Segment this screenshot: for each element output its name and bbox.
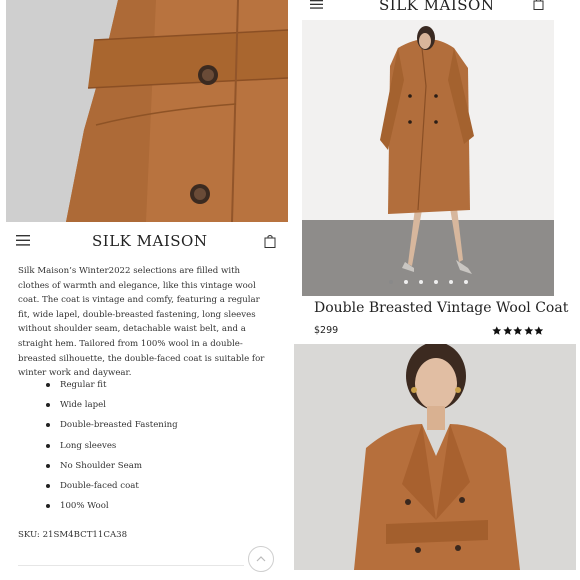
rating-stars [492, 326, 544, 336]
brand-logo[interactable]: SILK MAISON [379, 0, 494, 14]
menu-icon[interactable] [310, 0, 323, 9]
feature-item: Regular fit [46, 378, 178, 398]
feature-item: Wide lapel [46, 398, 178, 418]
brand-logo[interactable]: SILK MAISON [92, 232, 207, 250]
product-image-carousel[interactable] [302, 20, 554, 296]
product-description-text: Silk Maison’s Winter2022 selections are … [18, 266, 265, 379]
shopping-bag-icon[interactable] [533, 0, 544, 10]
carousel-dot[interactable] [403, 280, 408, 284]
star-icon [534, 326, 544, 335]
carousel-dot[interactable] [418, 280, 423, 284]
sku-label: SKU: 21SM4BCT11CA38 [18, 530, 128, 540]
product-description-panel: SILK MAISON Silk Maison’s Winter2022 sel… [6, 222, 288, 580]
carousel-dot[interactable] [463, 280, 468, 284]
product-title[interactable]: Double Breasted Vintage Wool Coat [314, 300, 568, 316]
star-icon [502, 326, 512, 335]
model-closeup-image [294, 344, 576, 570]
carousel-dot[interactable] [448, 280, 453, 284]
shopping-bag-icon[interactable] [264, 234, 276, 248]
carousel-dots [302, 280, 554, 284]
star-icon [513, 326, 523, 335]
feature-item: Double-breasted Fastening [46, 418, 178, 438]
carousel-dot[interactable] [388, 280, 393, 284]
star-icon [523, 326, 533, 335]
star-icon [492, 326, 502, 335]
feature-item: Long sleeves [46, 439, 178, 459]
header-bar: SILK MAISON [6, 224, 288, 258]
chevron-up-icon [256, 556, 266, 562]
carousel-dot[interactable] [433, 280, 438, 284]
feature-item: Double-faced coat [46, 479, 178, 499]
menu-icon[interactable] [16, 235, 32, 247]
divider [18, 565, 244, 566]
product-price: $299 [314, 325, 339, 336]
feature-item: No Shoulder Seam [46, 459, 178, 479]
feature-item: 100% Wool [46, 499, 178, 519]
feature-list: Regular fit Wide lapel Double-breasted F… [46, 378, 178, 519]
coat-closeup-image [6, 0, 288, 222]
back-to-top-button[interactable] [248, 546, 274, 572]
